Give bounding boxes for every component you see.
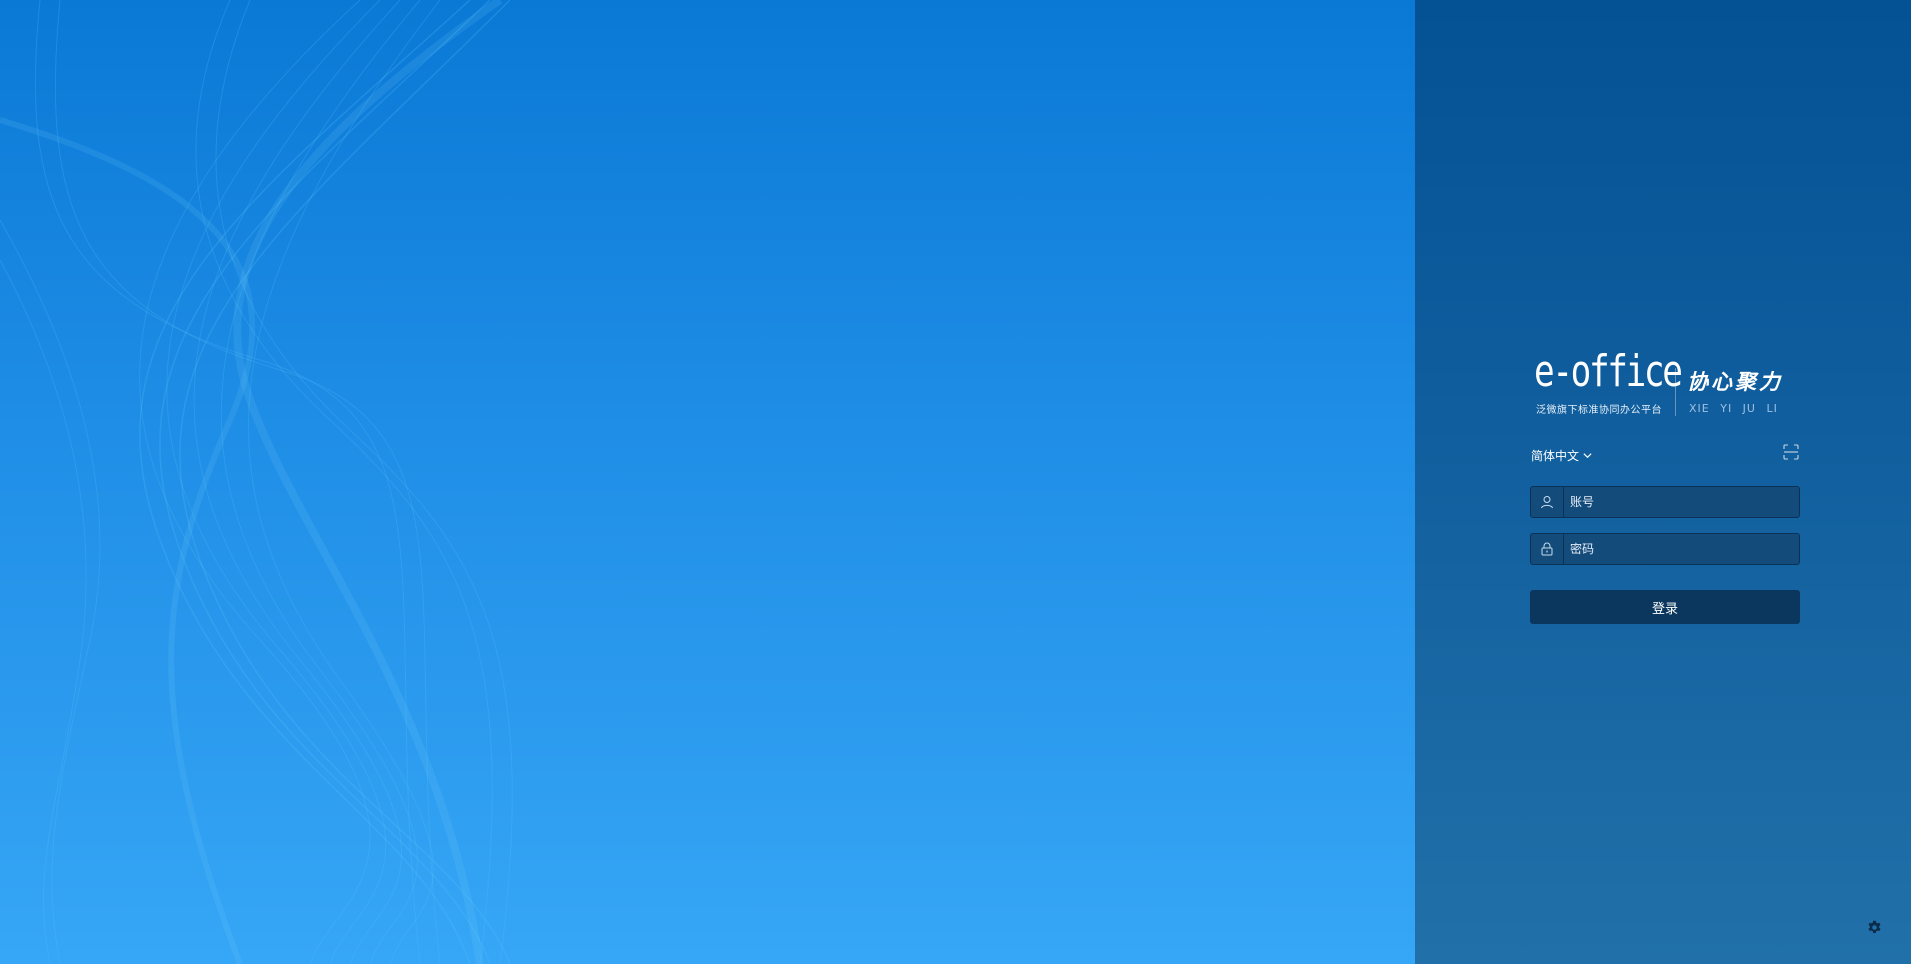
username-input[interactable] (1564, 487, 1799, 517)
logo-text: e-office (1534, 346, 1683, 397)
username-field (1530, 486, 1800, 518)
lock-icon (1541, 542, 1553, 556)
password-field (1530, 533, 1800, 565)
logo-slogan-pinyin: XIE YI JU LI (1689, 402, 1778, 415)
background-wave-area (0, 0, 1415, 964)
logo-divider (1675, 368, 1676, 416)
login-panel (1415, 0, 1911, 964)
background-waves (0, 0, 513, 964)
chevron-down-icon (1583, 452, 1592, 458)
brand-logo: e-office 泛微旗下标准协同办公平台 协心聚力 XIE YI JU LI (1534, 346, 1792, 418)
qr-scan-icon[interactable] (1783, 444, 1799, 460)
user-icon (1541, 496, 1553, 509)
login-button[interactable]: 登录 (1530, 590, 1800, 624)
logo-slogan: 协心聚力 (1687, 369, 1783, 394)
password-input[interactable] (1564, 534, 1799, 564)
logo-subtitle: 泛微旗下标准协同办公平台 (1536, 405, 1662, 416)
username-icon-box (1531, 487, 1564, 517)
language-select[interactable]: 简体中文 (1531, 446, 1593, 464)
password-icon-box (1531, 534, 1564, 564)
language-label: 简体中文 (1531, 448, 1580, 463)
gear-icon[interactable] (1867, 920, 1882, 935)
